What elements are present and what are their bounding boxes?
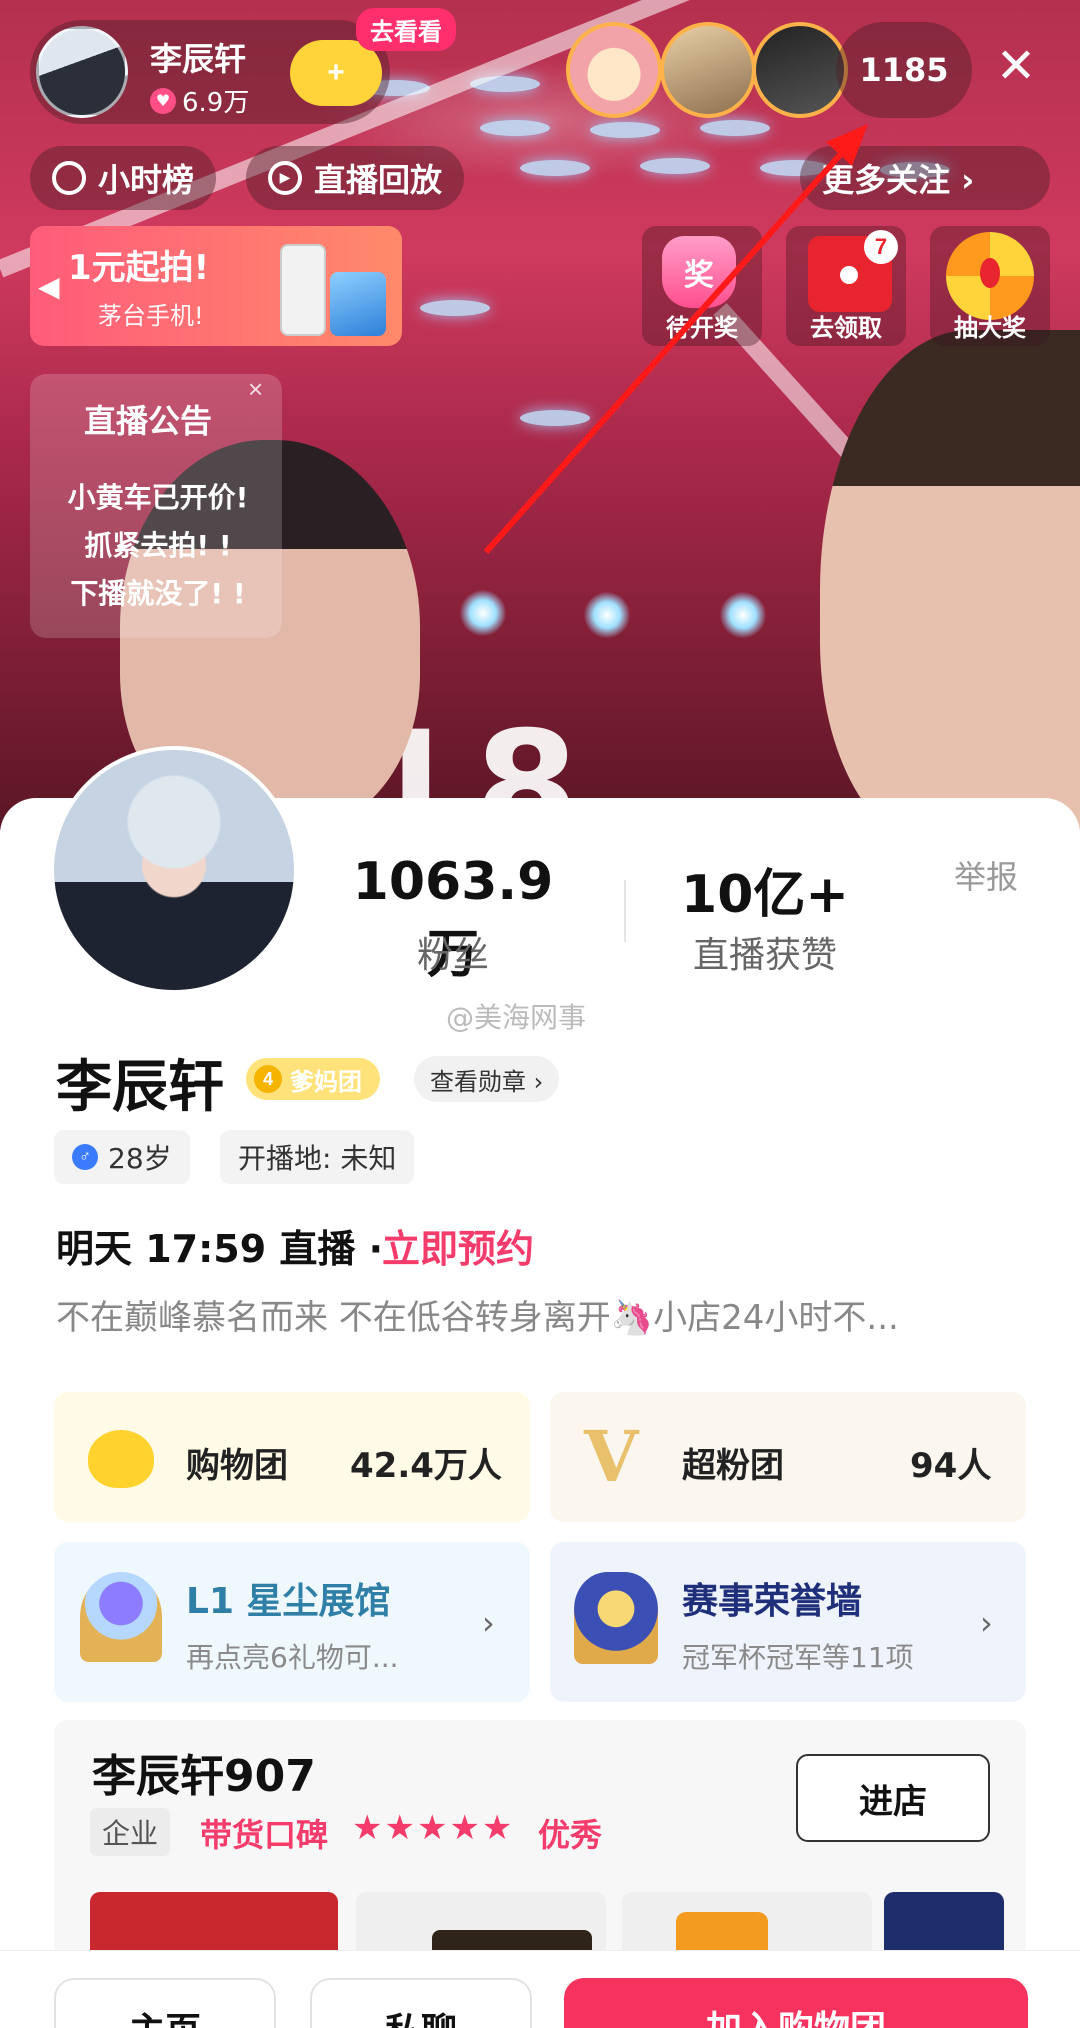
age-tag: ♂ 28岁 (54, 1130, 190, 1184)
reputation-label: 带货口碑 (200, 1816, 329, 1854)
gallery-crystal-icon (80, 1572, 162, 1662)
trophy-icon (574, 1572, 658, 1664)
location-tag: 开播地: 未知 (220, 1130, 415, 1184)
message-button[interactable]: 私聊 (310, 1978, 532, 2028)
live-likes-label: 直播获赞 (692, 935, 837, 976)
age-text: 28岁 (108, 1142, 172, 1175)
fans-label: 粉丝 (416, 935, 489, 976)
honor-wall-subtitle: 冠军杯冠军等11项 (682, 1641, 914, 1674)
rating-stars: ★★★★★ (352, 1808, 515, 1848)
reputation-level: 优秀 (538, 1816, 603, 1854)
profile-bio[interactable]: 不在巅峰慕名而来 不在低谷转身离开🦄小店24小时不... (56, 1290, 1036, 1339)
next-live-schedule: 明天 17:59 直播 · (56, 1227, 384, 1271)
weibo-watermark: @美海网事 (446, 1001, 587, 1034)
fan-club-name: 爹妈团 (290, 1067, 362, 1096)
chevron-right-icon: › (980, 1604, 993, 1642)
enterprise-tag: 企业 (90, 1808, 171, 1856)
report-button[interactable]: 举报 (954, 852, 1018, 898)
home-button[interactable]: 主页 (54, 1978, 276, 2028)
heart-icon (88, 1430, 154, 1488)
annotation-arrow (483, 124, 868, 554)
view-medals-button[interactable]: 查看勋章 › (414, 1056, 560, 1102)
live-likes-count: 10亿+ (681, 865, 849, 925)
male-icon: ♂ (72, 1144, 98, 1170)
chevron-right-icon: › (482, 1604, 495, 1642)
honor-wall-title: 赛事荣誉墙 (682, 1581, 863, 1622)
enter-store-button[interactable]: 进店 (796, 1754, 990, 1842)
stat-divider (624, 880, 626, 942)
superfan-group-count: 94人 (910, 1446, 992, 1486)
reserve-button[interactable]: 立即预约 (382, 1218, 534, 1273)
profile-name: 李辰轩 (56, 1055, 224, 1120)
shopping-group-label: 购物团 (186, 1446, 288, 1486)
gallery-title: L1 星尘展馆 (186, 1581, 391, 1622)
fan-level-icon: 4 (254, 1065, 282, 1093)
v-badge-icon: V (584, 1415, 639, 1498)
profile-avatar[interactable] (50, 746, 298, 994)
annotation-arrow-line (483, 144, 851, 554)
shopping-group-count: 42.4万人 (350, 1446, 502, 1486)
join-shopping-group-button[interactable]: 加入购物团 (564, 1978, 1028, 2028)
gallery-subtitle: 再点亮6礼物可... (186, 1641, 399, 1674)
fan-club-badge[interactable]: 4 爹妈团 (246, 1058, 380, 1100)
store-name: 李辰轩907 (92, 1751, 316, 1802)
superfan-group-label: 超粉团 (682, 1446, 784, 1486)
